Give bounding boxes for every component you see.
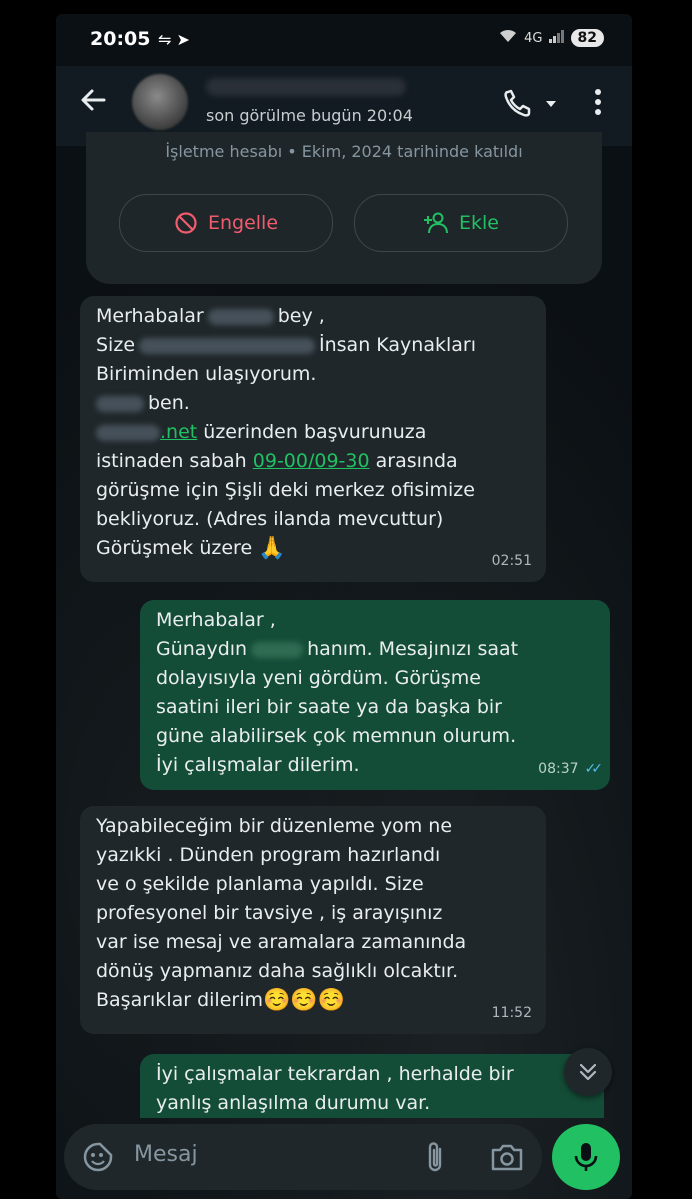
scroll-to-bottom-button[interactable] <box>564 1048 612 1096</box>
sticker-button[interactable] <box>82 1141 114 1173</box>
read-ticks-icon: ✓✓ <box>584 761 604 777</box>
message-incoming[interactable]: Yapabileceğim bir düzenleme yom ne yazık… <box>80 806 546 1034</box>
add-label: Ekle <box>459 212 499 234</box>
redacted-text <box>207 308 274 325</box>
block-icon <box>175 212 197 234</box>
message-line: İyi çalışmalar tekrardan , herhalde bir <box>156 1063 514 1085</box>
time-range-link[interactable]: 09-00/09-30 <box>253 450 370 472</box>
message-line: ve o şekilde planlama yapıldı. Size <box>96 873 424 895</box>
phone-screen: 20:05 ⇋ ➤ 4G 82 son görülme bugün 20:04 <box>56 14 632 1199</box>
message-line: Yapabileceğim bir düzenleme yom ne <box>96 815 453 837</box>
add-contact-button[interactable]: Ekle <box>354 194 568 252</box>
message-line: dönüş yapmanız daha sağlıklı olcaktır. <box>96 960 459 982</box>
voice-message-button[interactable] <box>552 1124 620 1190</box>
message-line: yazıkki . Dünden program hazırlandı <box>96 844 441 866</box>
contact-name-redacted[interactable] <box>206 78 406 96</box>
last-seen-status: son görülme bugün 20:04 <box>206 106 413 125</box>
smiling-emoji: ☺️☺️☺️ <box>263 988 346 1013</box>
message-outgoing[interactable]: İyi çalışmalar tekrardan , herhalde bir … <box>140 1054 604 1118</box>
message-incoming[interactable]: Merhabalar bey , Size İnsan Kaynakları Bir… <box>80 296 546 582</box>
website-link[interactable]: .net <box>160 421 197 443</box>
dots-vertical-icon <box>595 89 601 115</box>
message-time: 11:52 <box>491 1005 532 1021</box>
message-line: .net üzerinden başvurunuza <box>96 418 530 447</box>
message-time: 08:37 <box>538 761 579 777</box>
message-line: Günaydın hanım. Mesajınızı saat <box>156 638 519 660</box>
camera-icon <box>491 1144 523 1171</box>
message-line: istinaden sabah 09-00/09-30 arasında <box>96 450 458 472</box>
attach-button[interactable] <box>422 1140 450 1174</box>
message-line: İyi çalışmalar dilerim. <box>156 754 360 776</box>
message-line: ben. <box>96 389 530 418</box>
call-button[interactable] <box>502 88 562 118</box>
message-line: Biriminden ulaşıyorum. <box>96 363 317 385</box>
message-meta: 08:37 ✓✓ <box>538 755 604 784</box>
message-line: Merhabalar bey , <box>96 305 325 327</box>
message-line: güne alabilirsek çok memnun olurum. <box>156 725 517 747</box>
arrow-left-icon <box>81 89 106 111</box>
sticker-icon <box>83 1142 113 1172</box>
status-bar: 20:05 ⇋ ➤ 4G 82 <box>56 14 632 66</box>
add-person-icon <box>424 212 448 234</box>
wifi-icon <box>498 28 518 48</box>
message-line: görüşme için Şişli deki merkez ofisimize <box>96 479 475 501</box>
redacted-text <box>251 641 304 658</box>
message-line: yanlış anlaşılma durumu var. <box>156 1092 431 1114</box>
redacted-text <box>96 395 144 412</box>
status-notification-icons: ⇋ ➤ <box>158 30 190 49</box>
block-button[interactable]: Engelle <box>119 194 333 252</box>
message-line: bekliyoruz. (Adres ilanda mevcuttur) <box>96 508 444 530</box>
phone-icon <box>504 89 556 117</box>
contact-avatar[interactable] <box>132 74 188 130</box>
message-line: Size İnsan Kaynakları <box>96 334 476 356</box>
message-line: dolayısıyla yeni gördüm. Görüşme <box>156 667 481 689</box>
signal-icon <box>548 29 565 47</box>
redacted-text <box>139 337 316 354</box>
message-input[interactable]: Mesaj <box>134 1142 198 1167</box>
business-info-card: İşletme hesabı • Ekim, 2024 tarihinde ka… <box>86 132 602 284</box>
business-account-info: İşletme hesabı • Ekim, 2024 tarihinde ka… <box>165 142 523 161</box>
praying-hands-emoji: 🙏 <box>258 536 286 561</box>
message-line: Merhabalar , <box>156 609 276 631</box>
back-button[interactable] <box>76 82 112 118</box>
battery-level: 82 <box>570 29 604 47</box>
paperclip-icon <box>428 1142 442 1172</box>
message-time: 02:51 <box>491 553 532 569</box>
message-line: var ise mesaj ve aramalara zamanında <box>96 931 467 953</box>
status-time: 20:05 <box>90 28 151 50</box>
message-line: Başarıklar dilerim☺️☺️☺️ <box>96 988 346 1013</box>
more-options-button[interactable] <box>586 86 610 118</box>
block-label: Engelle <box>207 212 279 234</box>
message-composer: Mesaj <box>64 1124 542 1190</box>
microphone-icon <box>574 1143 598 1171</box>
network-type: 4G <box>524 30 543 46</box>
camera-button[interactable] <box>490 1142 524 1172</box>
status-right: 4G 82 <box>498 28 604 48</box>
message-outgoing[interactable]: Merhabalar , Günaydın hanım. Mesajınızı s… <box>140 600 610 790</box>
redacted-text <box>96 424 160 441</box>
message-line: Görüşmek üzere 🙏 <box>96 536 286 561</box>
message-line: saatini ileri bir saate ya da başka bir <box>156 696 502 718</box>
message-line: profesyonel bir tavsiye , iş arayışınız <box>96 902 443 924</box>
double-chevron-down-icon <box>579 1063 597 1081</box>
